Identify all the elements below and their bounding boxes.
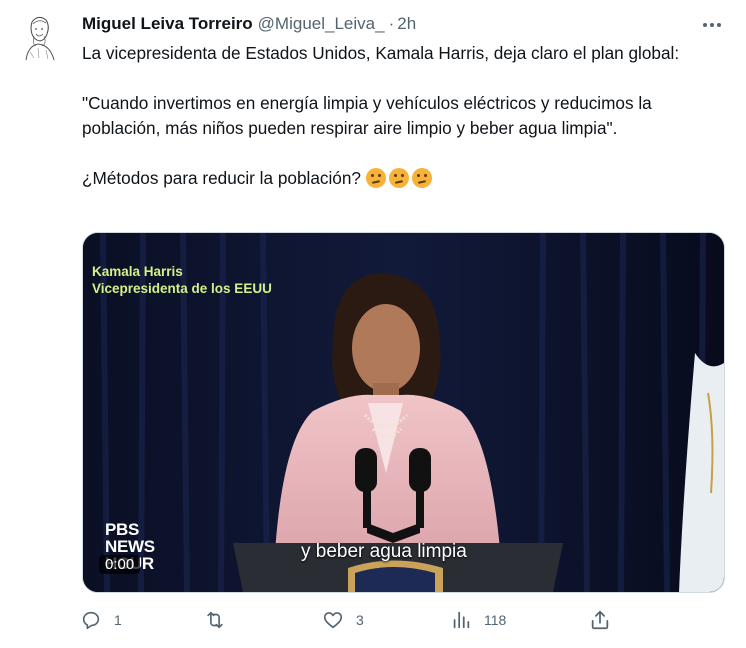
views-icon [453,611,470,629]
share-icon [591,610,609,630]
logo-line-2: NEWS [105,537,155,556]
reply-count: 1 [114,612,122,628]
like-count: 3 [356,612,364,628]
more-icon [703,23,721,27]
caption-name-line: Kamala Harris [92,264,183,279]
author-handle[interactable]: @Miguel_Leiva_ [258,14,385,34]
tweet-actions: 1 3 118 [80,607,620,633]
reply-icon [82,611,100,630]
video-timestamp: 0:00 [99,555,141,574]
caption-title-line: Vicepresidenta de los EEUU [92,281,272,296]
avatar[interactable] [16,12,62,62]
retweet-icon [207,611,223,629]
logo-line-1: PBS [105,520,140,539]
tweet-text-paragraph-2: "Cuando invertimos en energía limpia y v… [82,93,652,138]
video-caption: Kamala Harris Vicepresidenta de los EEUU [92,263,272,297]
separator-dot: · [388,14,395,33]
views-button[interactable]: 118 [450,607,506,633]
tweet-text: La vicepresidenta de Estados Unidos, Kam… [82,41,730,191]
tweet-question: ¿Métodos para reducir la población? [82,168,361,188]
avatar-sketch-icon [16,12,62,62]
tweet-text-paragraph-3: ¿Métodos para reducir la población? [82,166,730,191]
more-options-button[interactable] [700,14,724,36]
thinking-face-icon [411,168,432,188]
video-subtitle: y beber agua limpia [301,541,467,562]
tweet-timestamp[interactable]: 2h [397,14,416,34]
thinking-face-icon [365,168,386,188]
tweet[interactable]: Miguel Leiva Torreiro @Miguel_Leiva_ · 2… [0,0,746,648]
tweet-header: Miguel Leiva Torreiro @Miguel_Leiva_ · 2… [82,13,416,35]
retweet-button[interactable] [203,607,239,633]
tweet-text-paragraph-1: La vicepresidenta de Estados Unidos, Kam… [82,43,680,63]
like-button[interactable]: 3 [322,607,364,633]
thinking-face-icon [388,168,409,188]
video-player[interactable]: Kamala Harris Vicepresidenta de los EEUU… [82,232,725,593]
share-button[interactable] [589,607,611,633]
heart-icon [323,612,343,629]
reply-button[interactable]: 1 [80,607,122,633]
author-name[interactable]: Miguel Leiva Torreiro [82,14,253,34]
views-count: 118 [484,612,507,628]
